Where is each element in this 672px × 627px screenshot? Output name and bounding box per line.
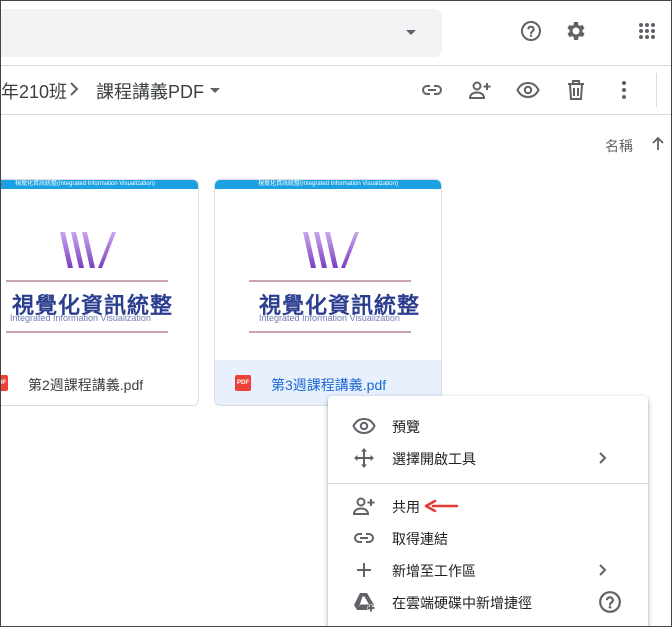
help-icon[interactable] [598,590,622,619]
menu-item-label: 共用 [392,499,420,515]
search-bar[interactable] [1,9,442,57]
menu-item-add-shortcut[interactable]: 在雲端硬碟中新增捷徑 [328,586,648,618]
toolbar-divider-h [1,114,671,115]
open-with-icon [352,446,376,470]
person-add-icon [352,494,376,518]
more-vert-icon[interactable] [611,77,637,103]
sort-by-name-button[interactable]: 名稱 [605,136,633,156]
context-menu: 預覽 選擇開啟工具 共用 取得連結 新增至工作區 在雲端硬碟中新增捷徑 [328,396,648,626]
folder-menu-caret-icon[interactable] [210,88,220,93]
pdf-file-icon: PDF [235,375,251,391]
chevron-right-icon [596,448,610,473]
menu-item-label: 在雲端硬碟中新增捷徑 [392,595,532,611]
course-logo-icon [303,232,359,268]
menu-item-get-link[interactable]: 取得連結 [328,522,648,554]
link-icon[interactable] [419,77,445,103]
toolbar-divider [656,73,657,107]
breadcrumb-parent[interactable]: 年210班 [1,78,67,104]
person-add-icon[interactable] [467,77,493,103]
search-options-caret-icon[interactable] [406,30,416,35]
eye-icon[interactable] [515,77,541,103]
thumb-rule [6,331,168,333]
thumb-header-text: 視覺化資訊統整(Integrated Information Visualiza… [258,181,398,187]
drive-window: 年210班 課程講義PDF 名稱 視覺化資訊統整(Integrated Info… [0,0,672,627]
menu-item-share[interactable]: 共用 [328,490,648,522]
help-icon[interactable] [518,18,544,44]
thumb-rule [6,280,168,282]
file-card[interactable]: 視覺化資訊統整(Integrated Information Visualiza… [1,179,199,406]
trash-icon[interactable] [563,77,589,103]
link-icon [352,526,376,550]
menu-item-label: 預覽 [392,419,420,435]
file-name[interactable]: 第3週課程講義.pdf [271,375,386,395]
pdf-file-icon: PDF [1,375,8,391]
thumb-header-text: 視覺化資訊統整(Integrated Information Visualiza… [15,181,155,187]
eye-icon [352,414,376,438]
thumb-rule [249,280,411,282]
plus-icon [352,558,376,582]
drive-shortcut-icon [352,590,376,614]
course-logo-icon [60,232,116,268]
file-thumbnail: 視覺化資訊統整(Integrated Information Visualiza… [215,180,441,360]
header-divider [1,65,671,66]
thumb-rule [249,331,411,333]
menu-item-label: 新增至工作區 [392,563,476,579]
breadcrumb-current[interactable]: 課程講義PDF [96,78,204,104]
menu-item-label: 取得連結 [392,531,448,547]
menu-item-preview[interactable]: 預覽 [328,410,648,442]
menu-item-add-to-workspace[interactable]: 新增至工作區 [328,554,648,586]
thumb-subtitle: Integrated Information Visualization [10,313,151,323]
apps-grid-icon[interactable] [634,18,660,44]
thumb-subtitle: Integrated Information Visualization [259,313,400,323]
arrow-up-icon[interactable] [649,135,667,158]
menu-item-label: 選擇開啟工具 [392,451,476,467]
menu-item-open-with[interactable]: 選擇開啟工具 [328,442,648,474]
file-name[interactable]: 第2週課程講義.pdf [28,375,143,395]
menu-separator [328,483,648,484]
annotation-arrow-icon [424,499,459,513]
gear-icon[interactable] [562,18,588,44]
chevron-right-icon [596,560,610,585]
chevron-right-icon [67,80,81,103]
file-card-selected[interactable]: 視覺化資訊統整(Integrated Information Visualiza… [214,179,442,406]
file-thumbnail: 視覺化資訊統整(Integrated Information Visualiza… [1,180,198,360]
